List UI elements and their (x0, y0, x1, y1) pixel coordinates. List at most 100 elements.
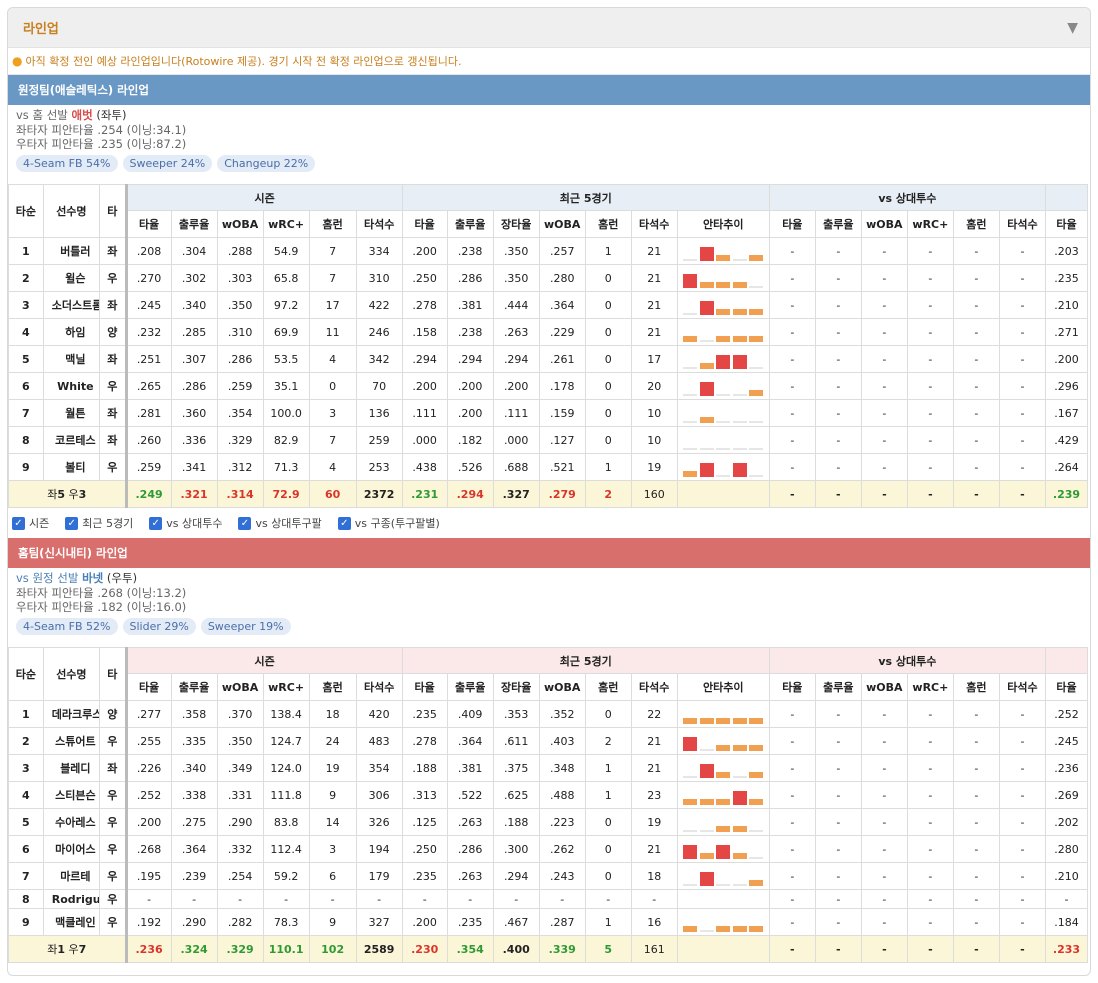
player-name[interactable]: Rodriguez (42, 889, 101, 909)
recent-stat: 0 (584, 700, 632, 728)
player-name[interactable]: 맥클레인 (42, 908, 101, 936)
col-header[interactable]: 안타추이 (676, 210, 770, 238)
trend-bar (716, 448, 731, 450)
panel-header[interactable]: 라인업 ▼ (8, 8, 1090, 48)
vs-stat: - (860, 862, 908, 890)
col-header[interactable]: wOBA (538, 673, 586, 701)
trend-bar (749, 448, 764, 450)
collapse-triangle-icon[interactable]: ▼ (1067, 20, 1078, 36)
player-name[interactable]: 스티븐슨 (42, 781, 101, 809)
player-name[interactable]: 블레디 (42, 754, 101, 782)
pitcher-name[interactable]: 바넷 (82, 571, 103, 585)
hit-trend (676, 372, 770, 400)
filter-checkbox[interactable]: ✓ 최근 5경기 (65, 515, 133, 531)
col-header[interactable]: 홈런 (584, 210, 632, 238)
player-name[interactable]: 코르테스 (42, 426, 101, 454)
col-header[interactable]: 출루율 (170, 210, 218, 238)
col-header[interactable]: 타율 (1044, 673, 1089, 701)
pitcher-name[interactable]: 애벗 (72, 108, 93, 122)
col-header[interactable]: 홈런 (308, 210, 357, 238)
player-row: 7 마르테 우 .195.239.254 59.2 6 179.235.263.294.24… (8, 862, 1089, 890)
total-recent-stat: .279 (538, 480, 586, 508)
checkmark-icon[interactable]: ✓ (12, 516, 25, 530)
player-name[interactable]: 맥닐 (42, 345, 101, 373)
col-header[interactable]: wOBA (538, 210, 586, 238)
col-header[interactable]: wRC+ (906, 210, 954, 238)
recent-stat: .294 (401, 345, 448, 373)
col-header[interactable]: 홈런 (952, 210, 1000, 238)
vs-stat: - (860, 291, 908, 319)
player-name[interactable]: 데라크루스 (42, 700, 101, 728)
player-name[interactable]: 버틀러 (42, 237, 101, 265)
checkmark-icon[interactable]: ✓ (149, 516, 163, 530)
filter-label: vs 상대투구팔 (255, 517, 322, 530)
col-header[interactable]: 출루율 (446, 673, 494, 701)
col-header[interactable]: 타율 (1044, 210, 1089, 238)
col-header[interactable]: 홈런 (584, 673, 632, 701)
total-season-stat: 72.9 (262, 480, 310, 508)
total-vs-stat: - (906, 480, 954, 508)
filter-checkbox[interactable]: ✓ vs 구종(투구팔별) (337, 515, 440, 531)
col-header[interactable]: wRC+ (262, 673, 310, 701)
col-header[interactable]: 장타율 (492, 673, 540, 701)
col-header[interactable]: 출루율 (814, 673, 862, 701)
col-header[interactable]: 출루율 (170, 673, 218, 701)
col-header[interactable]: 홈런 (952, 673, 1000, 701)
player-name[interactable]: 볼티 (42, 453, 101, 481)
player-name[interactable]: 월튼 (42, 399, 101, 427)
trend-bar (732, 448, 747, 450)
col-header[interactable]: 타석수 (355, 210, 403, 238)
filter-checkbox[interactable]: ✓ 시즌 (12, 515, 49, 531)
col-header[interactable]: 타율 (401, 210, 448, 238)
player-name[interactable]: 마르테 (42, 862, 101, 890)
vs-stat: - (906, 862, 954, 890)
col-header[interactable]: 안타추이 (676, 673, 770, 701)
season-stat: .349 (216, 754, 264, 782)
col-header[interactable]: 홈런 (308, 673, 357, 701)
player-name[interactable]: 마이어스 (42, 835, 101, 863)
season-stat: 246 (355, 318, 403, 346)
recent-stat: .262 (538, 835, 586, 863)
player-row: 2 윌슨 우 .270.302.303 65.8 7 310.250.286.350.280… (8, 264, 1089, 292)
col-header[interactable]: 타율 (401, 673, 448, 701)
checkmark-icon[interactable]: ✓ (65, 516, 79, 530)
hit-trend (676, 318, 770, 346)
col-header[interactable]: 장타율 (492, 210, 540, 238)
col-header[interactable]: 타율 (124, 673, 172, 701)
col-header[interactable]: 타석수 (630, 673, 678, 701)
col-header[interactable]: wOBA (216, 673, 264, 701)
batting-order: 3 (8, 754, 44, 782)
bat-hand: 우 (99, 372, 127, 400)
col-header[interactable]: wOBA (860, 673, 908, 701)
col-header[interactable]: wRC+ (262, 210, 310, 238)
player-name[interactable]: 소더스트롬 (42, 291, 101, 319)
col-header[interactable]: 타석수 (998, 673, 1046, 701)
col-header[interactable]: 타율 (124, 210, 172, 238)
bat-hand: 우 (99, 453, 127, 481)
col-header[interactable]: 타율 (768, 210, 816, 238)
col-header[interactable]: 출루율 (446, 210, 494, 238)
col-header[interactable]: wOBA (860, 210, 908, 238)
player-name[interactable]: 하임 (42, 318, 101, 346)
col-header[interactable]: 타석수 (630, 210, 678, 238)
vs-stat: - (952, 453, 1000, 481)
player-name[interactable]: White (42, 372, 101, 400)
col-header[interactable]: 타석수 (998, 210, 1046, 238)
filter-checkbox[interactable]: ✓ vs 상대투수 (149, 515, 222, 531)
total-season-stat: 60 (308, 480, 357, 508)
vs-stat: - (814, 453, 862, 481)
checkmark-icon[interactable]: ✓ (238, 516, 252, 530)
checkmark-icon[interactable]: ✓ (337, 516, 351, 530)
filter-checkbox[interactable]: ✓ vs 상대투구팔 (238, 515, 322, 531)
player-name[interactable]: 스튜어트 (42, 727, 101, 755)
away-pitcher-info: vs 홈 선발 애벗 (좌투) 좌타자 피안타율 .254 (이닝:34.1) … (8, 105, 1090, 184)
player-name[interactable]: 윌슨 (42, 264, 101, 292)
player-name[interactable]: 수아레스 (42, 808, 101, 836)
col-header[interactable]: 타석수 (355, 673, 403, 701)
col-header[interactable]: wRC+ (906, 673, 954, 701)
season-stat: 124.0 (262, 754, 310, 782)
col-header[interactable]: 타율 (768, 673, 816, 701)
col-header[interactable]: 출루율 (814, 210, 862, 238)
col-header[interactable]: wOBA (216, 210, 264, 238)
vs-stat: - (814, 372, 862, 400)
